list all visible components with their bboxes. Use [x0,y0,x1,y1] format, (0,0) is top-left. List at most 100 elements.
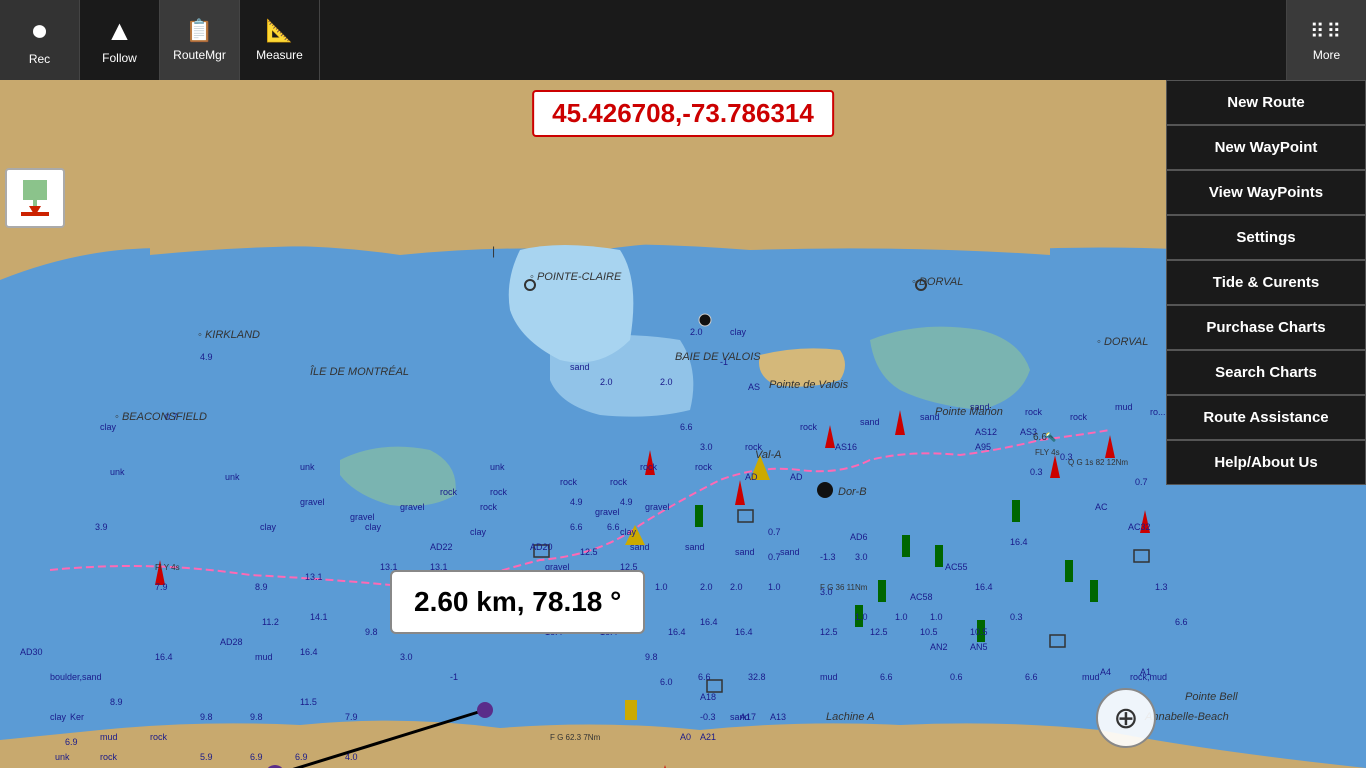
routemgr-button[interactable]: 📋 RouteMgr [160,0,240,80]
svg-text:A17: A17 [740,712,756,722]
follow-icon: ▲ [106,15,134,47]
svg-text:12.5: 12.5 [820,627,838,637]
purchase-charts-button[interactable]: Purchase Charts [1166,305,1366,350]
coordinates-text: 45.426708,-73.786314 [552,98,814,128]
measure-text: 2.60 km, 78.18 ° [414,586,621,617]
svg-text:2.0: 2.0 [690,327,703,337]
svg-text:16.4: 16.4 [668,627,686,637]
svg-text:rock: rock [695,462,713,472]
svg-text:2.0: 2.0 [600,377,613,387]
svg-text:BAIE DE VALOIS: BAIE DE VALOIS [675,351,761,363]
svg-text:9.8: 9.8 [645,652,658,662]
svg-text:AD20: AD20 [530,542,553,552]
svg-text:10.5: 10.5 [970,627,988,637]
svg-text:AD30: AD30 [20,647,43,657]
svg-text:unk: unk [490,462,505,472]
svg-text:3.0: 3.0 [700,442,713,452]
compass-button[interactable]: ⊕ [1096,688,1156,748]
more-label: More [1313,48,1340,62]
svg-text:6.6: 6.6 [1175,617,1188,627]
follow-button[interactable]: ▲ Follow [80,0,160,80]
svg-text:0.7: 0.7 [768,552,781,562]
route-assistance-button[interactable]: Route Assistance [1166,395,1366,440]
svg-text:1.0: 1.0 [768,582,781,592]
svg-text:unk: unk [300,462,315,472]
download-button[interactable] [5,168,65,228]
svg-text:0.7: 0.7 [768,527,781,537]
svg-text:clay: clay [50,712,67,722]
svg-text:6.9: 6.9 [250,752,263,762]
svg-text:AS: AS [748,382,760,392]
svg-text:clay: clay [470,527,487,537]
svg-text:9.8: 9.8 [365,627,378,637]
view-waypoints-button[interactable]: View WayPoints [1166,170,1366,215]
svg-text:1.0: 1.0 [655,582,668,592]
more-dots-icon: ⠿⠿ [1310,19,1343,44]
measure-icon: 📐 [266,18,293,44]
svg-text:0.7: 0.7 [1135,477,1148,487]
more-button[interactable]: ⠿⠿ More [1286,0,1366,80]
new-waypoint-button[interactable]: New WayPoint [1166,125,1366,170]
svg-text:Pointe de Valois: Pointe de Valois [769,379,849,391]
svg-text:5.9: 5.9 [200,752,213,762]
svg-text:Fl Y 4s: Fl Y 4s [155,563,180,572]
svg-text:rock: rock [440,487,458,497]
measure-popup: 2.60 km, 78.18 ° [390,570,645,634]
svg-text:AS12: AS12 [975,427,997,437]
svg-text:Ker: Ker [70,712,84,722]
new-route-button[interactable]: New Route [1166,80,1366,125]
svg-text:clay: clay [100,422,117,432]
svg-text:unk: unk [110,467,125,477]
tide-currents-button[interactable]: Tide & Curents [1166,260,1366,305]
rec-button[interactable]: ⏺ Rec [0,0,80,80]
svg-text:7.9: 7.9 [345,712,358,722]
svg-text:3.0: 3.0 [855,552,868,562]
svg-text:-0.3: -0.3 [700,712,716,722]
svg-text:clay: clay [365,522,382,532]
svg-text:8.9: 8.9 [110,697,123,707]
svg-text:clay: clay [260,522,277,532]
svg-text:AC: AC [1095,502,1108,512]
svg-text:AD22: AD22 [430,542,453,552]
settings-button[interactable]: Settings [1166,215,1366,260]
svg-text:6.6: 6.6 [698,672,711,682]
svg-text:Q G 1s 82 12Nm: Q G 1s 82 12Nm [1068,458,1128,467]
svg-text:A21: A21 [700,732,716,742]
svg-text:ro...: ro... [1150,407,1166,417]
help-about-button[interactable]: Help/About Us [1166,440,1366,485]
svg-text:AN2: AN2 [930,642,948,652]
rec-icon: ⏺ [32,15,46,48]
coordinates-display: 45.426708,-73.786314 [532,90,834,137]
measure-button[interactable]: 📐 Measure [240,0,320,80]
svg-text:rock: rock [480,502,498,512]
svg-text:◦ BEACONSFIELD: ◦ BEACONSFIELD [115,411,207,423]
svg-text:rock: rock [560,477,578,487]
svg-text:16.4: 16.4 [975,582,993,592]
svg-text:ÎLE DE MONTRÉAL: ÎLE DE MONTRÉAL [310,365,409,378]
svg-text:12.5: 12.5 [580,547,598,557]
svg-text:gravel: gravel [595,507,620,517]
svg-text:unk: unk [225,472,240,482]
svg-text:◦ DORVAL: ◦ DORVAL [1097,336,1148,348]
svg-text:mud: mud [100,732,118,742]
svg-text:A4: A4 [1100,667,1111,677]
svg-text:10.5: 10.5 [920,627,938,637]
routemgr-label: RouteMgr [173,48,226,62]
svg-text:6.6: 6.6 [1025,672,1038,682]
svg-text:3.0: 3.0 [400,652,413,662]
svg-text:1.0: 1.0 [930,612,943,622]
svg-text:11.2: 11.2 [262,617,279,627]
svg-text:6.6: 6.6 [880,672,893,682]
svg-text:FLY 4s: FLY 4s [1035,448,1060,457]
map-area[interactable]: 4.9 0.7 3.9 7.9 16.4 8.9 6.9 4.6 5.9 6.2… [0,80,1366,768]
svg-text:mud: mud [255,652,273,662]
toolbar: ⏺ Rec ▲ Follow 📋 RouteMgr 📐 Measure ⠿⠿ M… [0,0,1366,80]
svg-text:-1: -1 [450,672,458,682]
svg-text:AN5: AN5 [970,642,988,652]
svg-text:16.4: 16.4 [700,617,718,627]
svg-text:16.4: 16.4 [155,652,173,662]
search-charts-button[interactable]: Search Charts [1166,350,1366,395]
svg-text:gravel: gravel [400,502,425,512]
svg-text:16.4: 16.4 [300,647,318,657]
svg-text:2.0: 2.0 [700,582,713,592]
